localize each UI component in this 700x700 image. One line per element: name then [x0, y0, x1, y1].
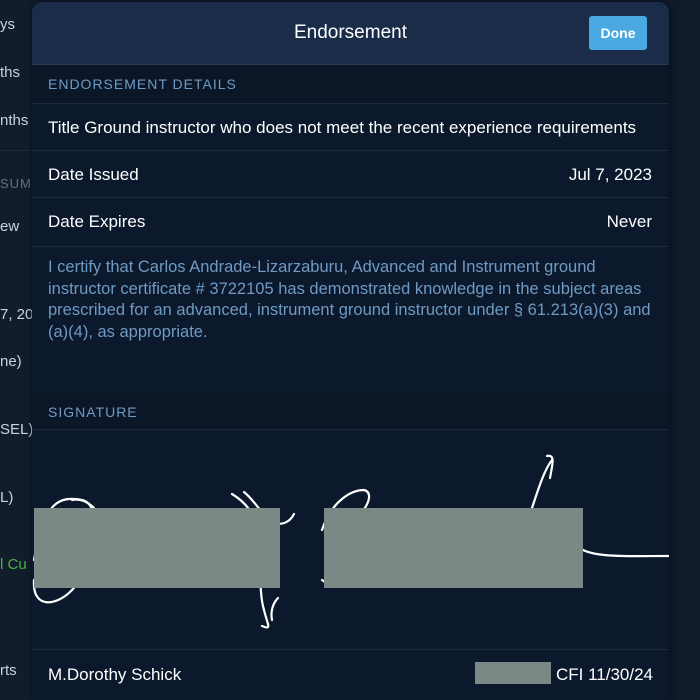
background-list-item[interactable]: L): [0, 489, 13, 506]
background-list-item[interactable]: l Cu: [0, 556, 27, 573]
redaction-block: [475, 662, 551, 684]
date-expires-value: Never: [606, 212, 652, 231]
background-list-item[interactable]: ew: [0, 218, 19, 235]
signature-pad[interactable]: [32, 429, 669, 650]
modal-title: Endorsement: [293, 22, 407, 43]
done-button[interactable]: Done: [589, 16, 647, 50]
redaction-block: [34, 508, 280, 588]
signer-name: M.Dorothy Schick: [48, 665, 182, 684]
background-section-header: SUM: [0, 176, 32, 191]
section-header-signature: SIGNATURE: [48, 404, 138, 420]
background-list-item[interactable]: SEL): [0, 421, 33, 438]
background-list-item[interactable]: ne): [0, 353, 22, 370]
navigation-bar: Endorsement Done: [32, 2, 669, 65]
date-expires-row[interactable]: Date Expires Never: [32, 197, 669, 246]
signer-row: M.Dorothy Schick CFI 11/30/24: [32, 650, 669, 700]
date-issued-row[interactable]: Date Issued Jul 7, 2023: [32, 150, 669, 197]
background-list-item[interactable]: ys: [0, 16, 15, 33]
date-issued-label: Date Issued: [48, 165, 139, 184]
title-row-text: Title Ground instructor who does not mee…: [48, 118, 637, 137]
date-issued-value: Jul 7, 2023: [568, 165, 652, 184]
background-list-item[interactable]: rts: [0, 662, 17, 679]
section-header-endorsement-details: ENDORSEMENT DETAILS: [48, 76, 237, 92]
signer-cfi-expiration: CFI 11/30/24: [555, 665, 653, 684]
date-expires-label: Date Expires: [48, 212, 146, 231]
redaction-block: [324, 508, 583, 588]
certification-text: I certify that Carlos Andrade-Lizarzabur…: [32, 246, 669, 392]
background-list-item[interactable]: nths: [0, 112, 28, 129]
background-list-item[interactable]: ths: [0, 64, 20, 81]
title-row[interactable]: Title Ground instructor who does not mee…: [32, 103, 669, 150]
endorsement-modal: Endorsement Done ENDORSEMENT DETAILS Tit…: [32, 2, 669, 700]
